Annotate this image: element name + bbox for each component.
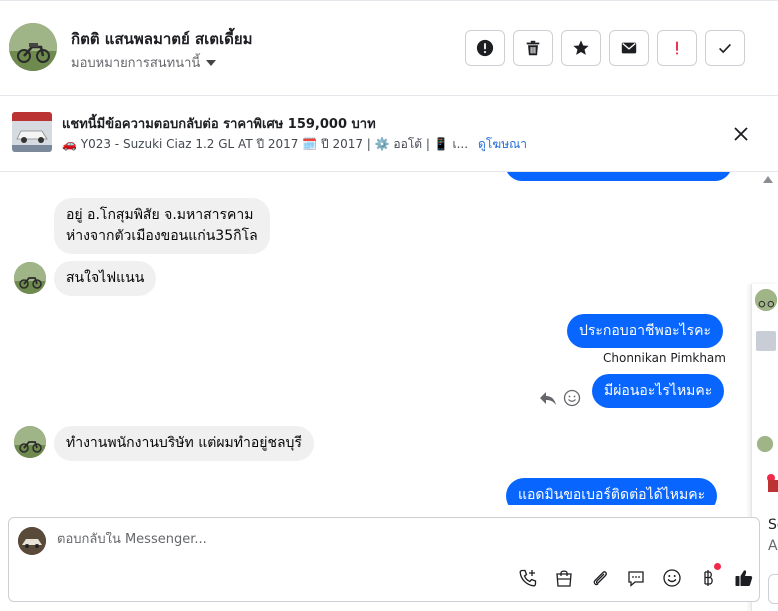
assign-conversation-dropdown[interactable]: มอบหมายการสนทนานี้	[71, 52, 217, 73]
incoming-message[interactable]: อยู่ อ.โกสุมพิสัย จ.มหาสารคาม ห่างจากตัว…	[54, 198, 270, 254]
side-text: Se	[768, 517, 778, 533]
view-ad-link[interactable]: ดูโฆษณา	[478, 135, 527, 154]
composer-tools	[516, 563, 756, 590]
trash-icon	[526, 40, 540, 56]
star-button[interactable]	[561, 30, 601, 66]
chat-bubble-icon	[628, 571, 644, 587]
emoji-button[interactable]	[660, 566, 684, 590]
incoming-message[interactable]: ทำงานพนักงานบริษัท แต่ผมทำอยู่ชลบุรี	[54, 426, 314, 461]
message-hover-tools	[539, 389, 581, 407]
red-exclamation-icon	[676, 41, 678, 55]
header-actions	[465, 30, 745, 66]
side-ad-thumbnail[interactable]	[756, 331, 776, 351]
attach-button[interactable]	[588, 566, 612, 590]
message-line: อยู่ อ.โกสุมพิสัย จ.มหาสารคาม	[66, 207, 254, 223]
side-thumbnail	[768, 480, 778, 492]
message-composer	[8, 517, 760, 602]
scroll-up-arrow-icon[interactable]	[763, 176, 773, 183]
outgoing-message[interactable]: ประกอบอาชีพอะไรคะ	[567, 314, 724, 348]
conversation-header: กิตติ แสนพลมาตย์ สเตเดี้ยม มอบหมายการสนท…	[0, 0, 778, 96]
paperclip-icon	[593, 571, 607, 586]
outgoing-message[interactable]: มีผ่อนอะไรไหมคะ	[592, 374, 725, 408]
assign-label: มอบหมายการสนทนานี้	[71, 56, 201, 71]
contact-avatar[interactable]	[9, 23, 57, 71]
shop-button[interactable]	[552, 566, 576, 590]
side-text: A	[768, 538, 778, 554]
ad-context-bar: แชทนี้มีข้อความตอบกลับต่อ ราคาพิเศษ 159,…	[0, 96, 778, 172]
contact-name[interactable]: กิตติ แสนพลมาตย์ สเตเดี้ยม	[71, 27, 253, 51]
envelope-icon	[621, 42, 637, 54]
reply-icon[interactable]	[539, 389, 557, 407]
notification-dot	[714, 563, 721, 570]
incoming-message[interactable]: สนใจไฟแนน	[54, 261, 157, 296]
page-avatar	[18, 527, 46, 555]
mark-done-button[interactable]	[705, 30, 745, 66]
star-icon	[573, 40, 589, 55]
contact-avatar-small[interactable]	[14, 262, 46, 294]
mark-followup-button[interactable]	[657, 30, 697, 66]
caret-down-icon	[206, 59, 217, 66]
shopping-bag-icon	[556, 570, 572, 587]
exclamation-circle-icon	[476, 39, 494, 57]
call-button[interactable]	[516, 566, 540, 590]
contact-avatar-small[interactable]	[14, 426, 46, 458]
checkmark-icon	[719, 43, 731, 54]
side-button[interactable]	[768, 574, 778, 604]
delete-button[interactable]	[513, 30, 553, 66]
ad-details: 🚗 Y023 - Suzuki Ciaz 1.2 GL AT ปี 2017 🗓…	[62, 137, 469, 151]
outgoing-message-partial[interactable]	[505, 172, 732, 181]
ad-details-row: 🚗 Y023 - Suzuki Ciaz 1.2 GL AT ปี 2017 🗓…	[62, 135, 527, 154]
spam-button[interactable]	[465, 30, 505, 66]
message-thread[interactable]: อยู่ อ.โกสุมพิสัย จ.มหาสารคาม ห่างจากตัว…	[0, 172, 760, 505]
baht-icon	[704, 570, 713, 586]
close-icon	[734, 127, 748, 141]
mark-unread-button[interactable]	[609, 30, 649, 66]
emoji-icon	[663, 569, 681, 587]
ad-title: แชทนี้มีข้อความตอบกลับต่อ ราคาพิเศษ 159,…	[62, 117, 376, 132]
message-line: ห่างจากตัวเมืองขอนแก่น35กิโล	[66, 228, 258, 244]
like-button[interactable]	[732, 566, 756, 590]
sender-name: Chonnikan Pimkham	[603, 351, 726, 365]
saved-replies-button[interactable]	[624, 566, 648, 590]
react-emoji-icon[interactable]	[563, 389, 581, 407]
side-avatar[interactable]	[755, 289, 777, 311]
side-avatar[interactable]	[757, 436, 773, 452]
reply-input[interactable]	[57, 532, 657, 547]
outgoing-message[interactable]: แอดมินขอเบอร์ติดต่อได้ไหมคะ	[506, 478, 718, 505]
ad-thumbnail[interactable]	[12, 112, 52, 152]
close-ad-bar-button[interactable]	[730, 123, 752, 145]
payment-button[interactable]	[696, 563, 721, 590]
thumbs-up-icon	[735, 570, 753, 586]
phone-plus-icon	[519, 569, 537, 587]
